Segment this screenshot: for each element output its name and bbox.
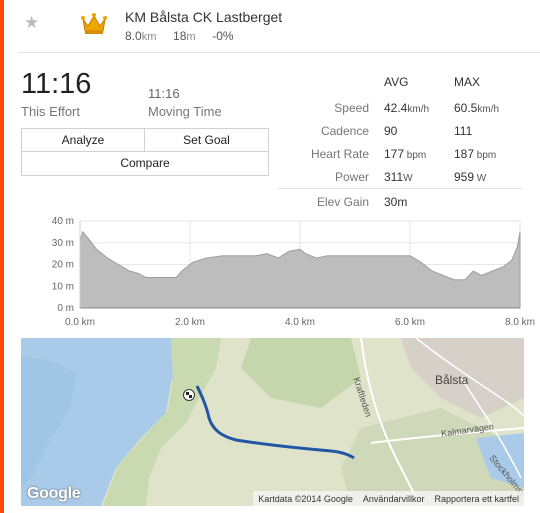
map-report-link[interactable]: Rapportera ett kartfel bbox=[429, 494, 524, 504]
segment-distance-unit: km bbox=[141, 31, 157, 43]
star-icon[interactable]: ★ bbox=[24, 14, 39, 31]
x-tick-label: 2.0 km bbox=[175, 317, 205, 328]
segment-distance: 8.0 bbox=[125, 29, 142, 43]
x-tick-label: 8.0 km bbox=[505, 317, 535, 328]
avg-header: AVG bbox=[384, 75, 409, 89]
map-town-label: Bålsta bbox=[435, 373, 469, 387]
x-tick-label: 6.0 km bbox=[395, 317, 425, 328]
y-tick-label: 20 m bbox=[52, 260, 74, 271]
y-tick-label: 30 m bbox=[52, 238, 74, 249]
map-terms-link[interactable]: Användarvillkor bbox=[358, 494, 430, 504]
cadence-max: 111 bbox=[454, 124, 473, 138]
speed-max: 60.5km/h bbox=[454, 101, 500, 115]
y-tick-label: 40 m bbox=[52, 216, 74, 227]
action-buttons: Analyze Set Goal Compare bbox=[21, 128, 269, 176]
elev-gain-value: 30m bbox=[384, 195, 408, 209]
speed-avg: 42.4km/h bbox=[384, 101, 430, 115]
crown-icon bbox=[81, 13, 107, 34]
power-max: 959 W bbox=[454, 170, 487, 184]
power-avg: 311W bbox=[384, 170, 413, 184]
segment-grade: -0% bbox=[212, 29, 234, 43]
segment-elevation: 18 bbox=[173, 29, 187, 43]
stats-divider bbox=[277, 188, 523, 189]
google-logo: Google bbox=[27, 485, 81, 502]
heart-rate-label: Heart Rate bbox=[310, 147, 369, 161]
x-tick-label: 4.0 km bbox=[285, 317, 315, 328]
segment-elevation-unit: m bbox=[186, 31, 196, 43]
cadence-label: Cadence bbox=[320, 124, 369, 138]
y-tick-label: 0 m bbox=[57, 303, 74, 314]
heart-rate-avg: 177 bpm bbox=[384, 147, 427, 161]
heart-rate-max: 187 bpm bbox=[454, 147, 497, 161]
effort-time-label: This Effort bbox=[21, 104, 81, 119]
map-canvas[interactable] bbox=[21, 338, 524, 506]
route-map[interactable]: Bålsta Kraftleden Kalmarvägen Stockholms… bbox=[21, 338, 524, 506]
start-flag-icon bbox=[183, 389, 195, 401]
elev-gain-label: Elev Gain bbox=[316, 195, 369, 209]
compare-button[interactable]: Compare bbox=[22, 152, 268, 175]
cadence-avg: 90 bbox=[384, 124, 398, 138]
header-divider bbox=[18, 52, 540, 53]
effort-time: 11:16 bbox=[21, 68, 92, 100]
power-label: Power bbox=[334, 170, 369, 184]
map-data-credit: Kartdata ©2014 Google bbox=[258, 493, 353, 504]
segment-name[interactable]: KM Bålsta CK Lastberget bbox=[125, 9, 282, 25]
moving-time-label: Moving Time bbox=[148, 104, 222, 119]
speed-label: Speed bbox=[334, 101, 369, 115]
analyze-button[interactable]: Analyze bbox=[22, 129, 145, 152]
segment-stats: 8.0km 18m -0% bbox=[125, 29, 234, 43]
elevation-chart[interactable]: 0 m 10 m 20 m 30 m 40 m 0.0 km 2.0 km 4.0 km 6.0… bbox=[0, 208, 540, 333]
x-tick-label: 0.0 km bbox=[65, 317, 95, 328]
set-goal-button[interactable]: Set Goal bbox=[145, 129, 268, 152]
y-tick-label: 10 m bbox=[52, 281, 74, 292]
map-attribution: Kartdata ©2014 Google Användarvillkor Ra… bbox=[253, 491, 524, 506]
moving-time: 11:16 bbox=[148, 86, 180, 101]
max-header: MAX bbox=[454, 75, 481, 89]
